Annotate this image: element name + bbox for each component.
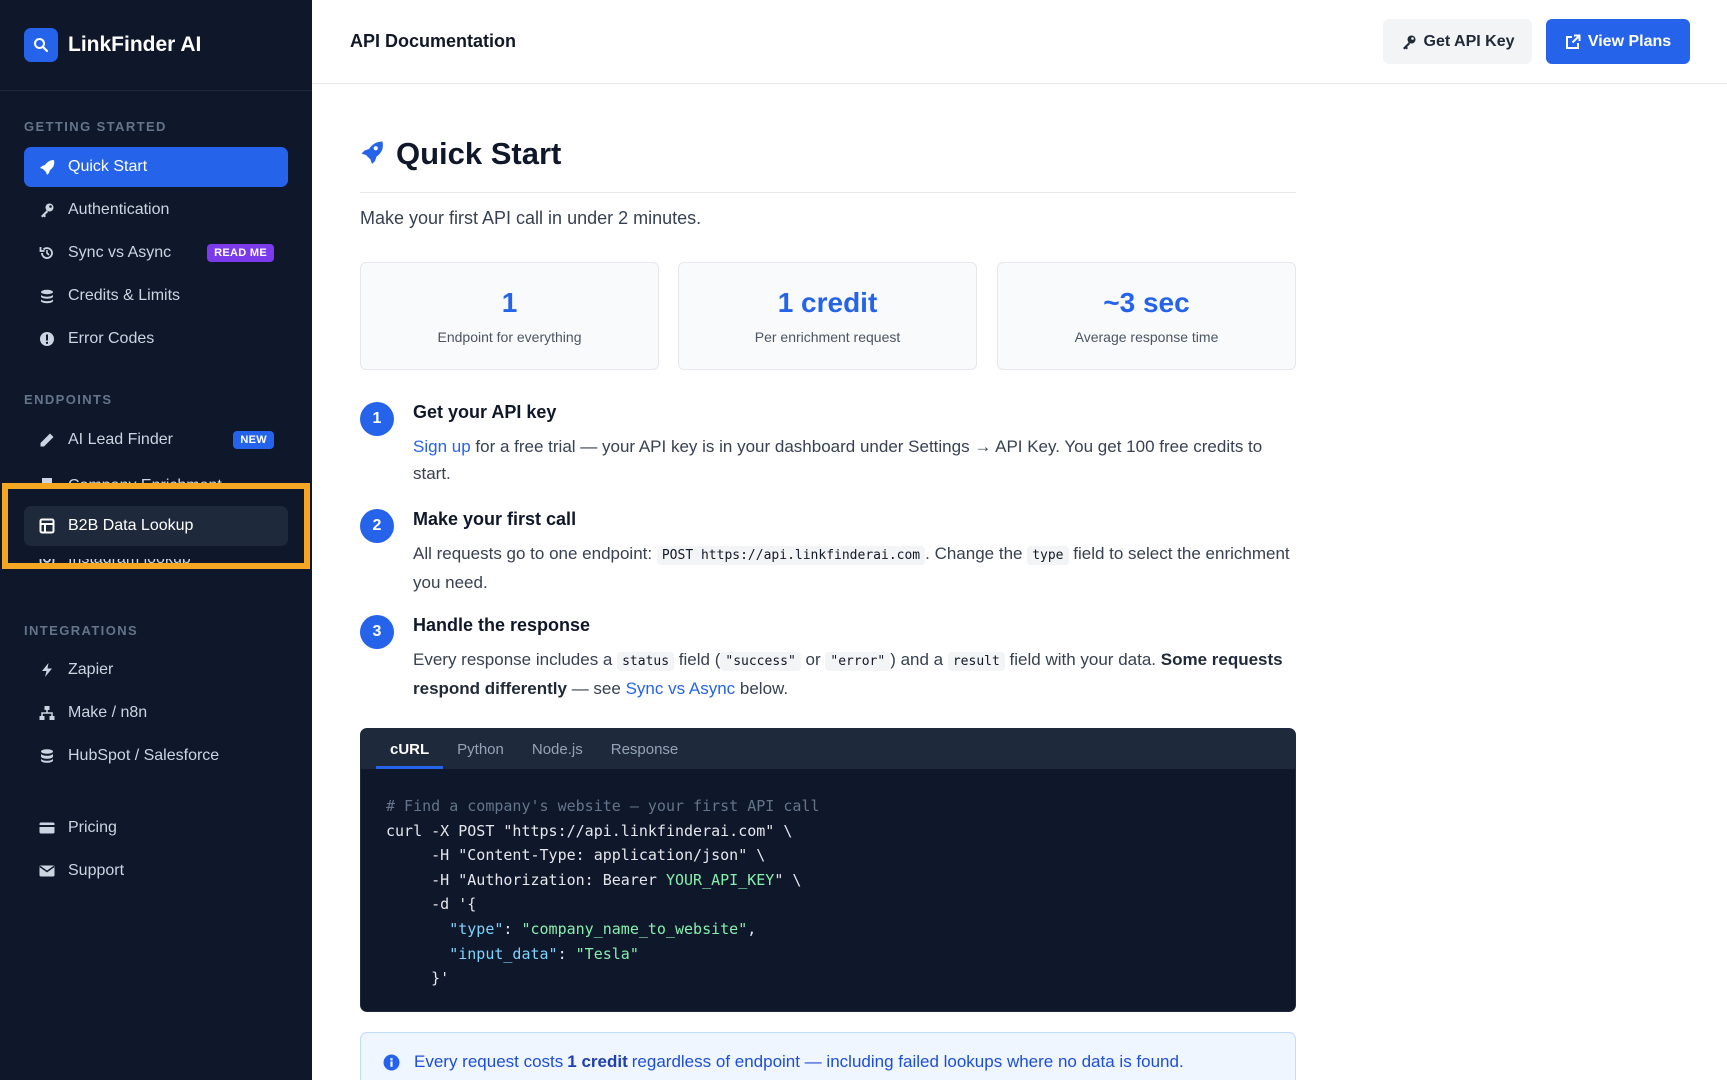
success-code: "success"	[720, 652, 801, 671]
status-code: status	[617, 652, 675, 671]
sidebar-item-quick-start[interactable]: Quick Start	[24, 147, 288, 187]
error-code: "error"	[825, 652, 891, 671]
external-link-icon	[1565, 34, 1581, 50]
intro-text: Make your first API call in under 2 minu…	[360, 208, 702, 228]
sidebar-item-credits-limits[interactable]: Credits & Limits	[24, 276, 288, 316]
tab-curl[interactable]: cURL	[376, 741, 444, 769]
brand[interactable]: LinkFinder AI	[0, 0, 312, 91]
key-icon	[38, 201, 56, 219]
top-header: API Documentation Get API Key View Plans	[312, 0, 1727, 84]
step-title: Make your first call	[413, 509, 577, 529]
read-me-badge: READ ME	[207, 244, 274, 262]
history-icon	[38, 244, 56, 262]
building-icon	[38, 476, 56, 488]
sidebar-item-authentication[interactable]: Authentication	[24, 190, 288, 230]
sidebar-item-ai-lead-finder[interactable]: AI Lead Finder NEW	[24, 420, 288, 460]
view-plans-button[interactable]: View Plans	[1546, 19, 1690, 64]
code-tabs: cURL Python Node.js Response	[361, 729, 1295, 769]
page-title: Quick Start	[360, 136, 561, 172]
sidebar: LinkFinder AI GETTING STARTED Quick Star…	[0, 0, 312, 1080]
tab-response[interactable]: Response	[597, 741, 693, 769]
get-api-key-button[interactable]: Get API Key	[1383, 19, 1532, 64]
title-divider	[360, 192, 1296, 193]
info-icon	[383, 1054, 400, 1071]
step-title: Get your API key	[413, 402, 557, 422]
section-endpoints: ENDPOINTS	[24, 392, 113, 407]
sidebar-item-error-codes[interactable]: Error Codes	[24, 319, 288, 359]
pencil-icon	[38, 431, 56, 449]
stat-card-endpoints: 1 Endpoint for everything	[360, 262, 659, 370]
rocket-icon	[38, 158, 56, 176]
brand-name: LinkFinder AI	[68, 33, 202, 56]
stat-card-response-time: ~3 sec Average response time	[997, 262, 1296, 370]
sidebar-item-company-enrichment[interactable]: Company Enrichment	[24, 470, 288, 488]
sidebar-item-zapier[interactable]: Zapier	[24, 650, 288, 690]
stat-card-credits: 1 credit Per enrichment request	[678, 262, 977, 370]
section-getting-started: GETTING STARTED	[24, 119, 167, 134]
coins-icon	[38, 287, 56, 305]
sidebar-item-sync-vs-async[interactable]: Sync vs Async READ ME	[24, 233, 288, 273]
step-text: Sign up for a free trial — your API key …	[413, 437, 1263, 483]
search-icon	[24, 28, 58, 62]
alert-icon	[38, 330, 56, 348]
step-text: Every response includes a status field (…	[413, 650, 1283, 698]
step-title: Handle the response	[413, 615, 591, 635]
sidebar-item-make-n8n[interactable]: Make / n8n	[24, 693, 288, 733]
sidebar-item-b2b-data-lookup[interactable]: B2B Data Lookup	[24, 506, 288, 546]
endpoint-code: POST https://api.linkfinderai.com	[656, 546, 926, 565]
sidebar-item-pricing[interactable]: Pricing	[24, 808, 288, 848]
step-number: 2	[360, 509, 394, 543]
step-number: 3	[360, 615, 394, 649]
sidebar-item-hubspot-salesforce[interactable]: HubSpot / Salesforce	[24, 736, 288, 776]
tab-nodejs[interactable]: Node.js	[518, 741, 597, 769]
bolt-icon	[38, 661, 56, 679]
sync-vs-async-link[interactable]: Sync vs Async	[626, 679, 736, 698]
code-content[interactable]: # Find a company's website — your first …	[361, 769, 1295, 991]
sign-up-link[interactable]: Sign up	[413, 437, 471, 456]
credit-card-icon	[38, 819, 56, 837]
envelope-icon	[38, 862, 56, 880]
section-integrations: INTEGRATIONS	[24, 623, 139, 638]
result-code: result	[947, 652, 1005, 671]
new-badge: NEW	[233, 431, 274, 449]
network-icon	[38, 704, 56, 722]
step-number: 1	[360, 402, 394, 436]
info-callout: Every request costs 1 credit regardless …	[360, 1032, 1296, 1080]
header-title: API Documentation	[350, 31, 517, 51]
sidebar-item-support[interactable]: Support	[24, 851, 288, 891]
rocket-icon	[360, 140, 384, 169]
instagram-icon	[38, 559, 56, 568]
sidebar-item-instagram-lookup[interactable]: Instagram lookup	[24, 559, 288, 577]
code-block: cURL Python Node.js Response # Find a co…	[360, 728, 1296, 1012]
database-icon	[38, 747, 56, 765]
key-icon	[1401, 34, 1417, 50]
type-code: type	[1027, 546, 1069, 565]
step-text: All requests go to one endpoint: POST ht…	[413, 544, 1290, 592]
tab-python[interactable]: Python	[443, 741, 518, 769]
table-icon	[38, 517, 56, 535]
